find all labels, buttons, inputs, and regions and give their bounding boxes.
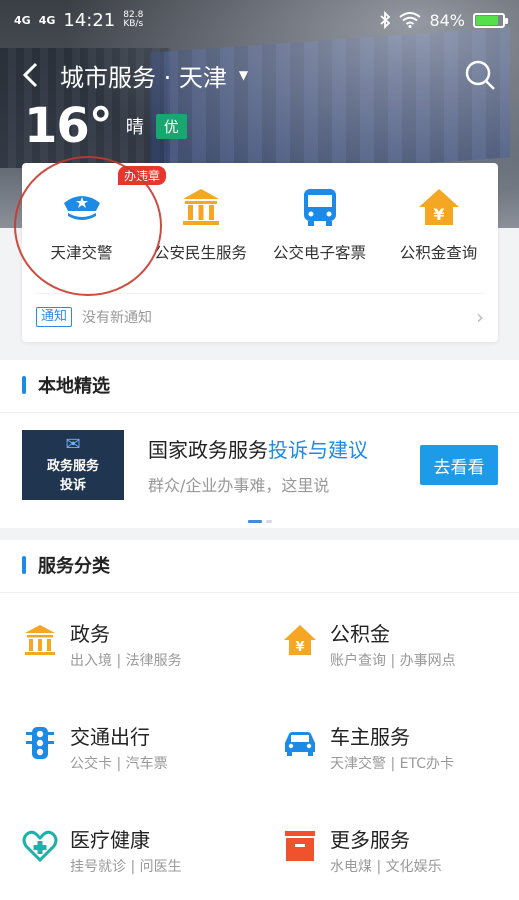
signal-indicator-2: 4G <box>38 13 56 27</box>
local-picks-title: 本地精选 <box>38 376 110 397</box>
service-name: 政务 <box>70 622 110 646</box>
service-name: 医疗健康 <box>70 828 150 852</box>
banner-image-line1: 政务服务 <box>46 459 99 474</box>
bank-icon <box>25 625 55 655</box>
search-icon[interactable] <box>463 58 497 92</box>
battery-fill <box>476 15 498 25</box>
banner-headline-highlight: 投诉与建议 <box>268 438 368 462</box>
section-title: 本地精选 <box>22 372 110 398</box>
carousel-dots <box>248 520 272 523</box>
speed-unit: KB/s <box>123 19 144 29</box>
clock: 14:21 <box>63 9 116 31</box>
page-title: 城市服务 · 天津 <box>60 63 227 92</box>
wifi-icon <box>399 12 422 28</box>
service-name: 车主服务 <box>330 725 410 749</box>
service-desc: 天津交警 | ETC办卡 <box>330 756 454 772</box>
battery-icon <box>473 12 508 28</box>
service-desc: 出入境 | 法律服务 <box>70 653 182 669</box>
service-name: 交通出行 <box>70 725 150 749</box>
notice-tag: 通知 <box>36 306 73 327</box>
back-button[interactable] <box>0 52 60 98</box>
go-see-button[interactable]: 去看看 <box>420 445 498 485</box>
service-categories-section: 服务分类 政务 出入境 | 法律服务 ¥ 公积金 账户查询 | 办事网点 交通出… <box>0 540 519 900</box>
box-icon <box>285 831 315 861</box>
service-medical[interactable]: 医疗健康 挂号就诊 | 问医生 <box>22 824 262 894</box>
network-speed: 82.8 KB/s <box>123 11 143 29</box>
top-nav: 城市服务 · 天津 ▼ <box>0 52 519 98</box>
notice-text: 没有新通知 <box>82 309 153 326</box>
carousel-dot[interactable] <box>266 520 272 523</box>
section-accent-bar <box>22 376 26 394</box>
banner-headline-prefix: 国家政务服务 <box>148 438 268 462</box>
aqi-badge: 优 <box>155 113 187 139</box>
service-transport[interactable]: 交通出行 公交卡 | 汽车票 <box>22 721 262 791</box>
weather-condition: 晴 <box>125 117 144 138</box>
medical-heart-icon <box>22 830 58 863</box>
caret-down-icon: ▼ <box>238 68 249 82</box>
banner-image-line2: 投诉 <box>59 478 86 493</box>
quick-item-label: 公交电子客票 <box>272 244 366 262</box>
city-selector[interactable]: 城市服务 · 天津 ▼ <box>60 58 248 93</box>
notice-bar[interactable]: 通知 没有新通知 › <box>36 293 484 329</box>
service-car-owner[interactable]: 车主服务 天津交警 | ETC办卡 <box>282 721 519 791</box>
divider <box>0 592 519 593</box>
service-desc: 公交卡 | 汽车票 <box>70 756 168 772</box>
chevron-right-icon: › <box>476 304 484 329</box>
bluetooth-icon <box>380 11 391 29</box>
yuan-house-icon: ¥ <box>284 625 316 655</box>
banner-headline: 国家政务服务投诉与建议 <box>148 434 368 463</box>
quick-item-label: 公积金查询 <box>399 244 478 262</box>
divider <box>0 412 519 413</box>
section-title: 服务分类 <box>22 552 110 578</box>
section-accent-bar <box>22 556 26 574</box>
complaint-banner-image[interactable]: ✉ 政务服务 投诉 <box>22 430 124 500</box>
yuan-house-icon: ¥ <box>418 189 459 225</box>
red-circle-annotation <box>14 156 162 296</box>
svg-text:¥: ¥ <box>433 205 444 224</box>
quick-item-bus-ticket[interactable]: 公交电子客票 <box>260 185 379 275</box>
temperature: 16° <box>24 98 113 154</box>
services-title: 服务分类 <box>38 556 110 577</box>
service-desc: 水电煤 | 文化娱乐 <box>330 859 442 875</box>
service-name: 公积金 <box>330 622 390 646</box>
bus-icon <box>303 189 336 226</box>
svg-text:¥: ¥ <box>295 640 304 655</box>
service-desc: 账户查询 | 办事网点 <box>330 653 456 669</box>
quick-item-housing-fund[interactable]: ¥ 公积金查询 <box>379 185 498 275</box>
chevron-left-icon <box>22 62 38 88</box>
envelope-icon: ✉ <box>65 434 81 455</box>
battery-percent: 84% <box>429 10 465 30</box>
weather-panel: 16° 晴 优 <box>24 98 187 154</box>
bank-icon <box>182 189 219 225</box>
traffic-light-icon <box>26 727 54 759</box>
service-government[interactable]: 政务 出入境 | 法律服务 <box>22 618 262 688</box>
signal-indicator-1: 4G <box>14 13 31 27</box>
service-desc: 挂号就诊 | 问医生 <box>70 859 182 875</box>
car-icon <box>285 732 315 756</box>
service-more[interactable]: 更多服务 水电煤 | 文化娱乐 <box>282 824 519 894</box>
service-name: 更多服务 <box>330 828 410 852</box>
service-housing-fund[interactable]: ¥ 公积金 账户查询 | 办事网点 <box>282 618 519 688</box>
banner-subline: 群众/企业办事难，这里说 <box>148 476 330 495</box>
status-bar: 4G 4G 14:21 82.8 KB/s 84% <box>0 0 519 40</box>
local-picks-section: 本地精选 ✉ 政务服务 投诉 国家政务服务投诉与建议 群众/企业办事难，这里说 … <box>0 360 519 528</box>
carousel-dot-active[interactable] <box>248 520 262 523</box>
